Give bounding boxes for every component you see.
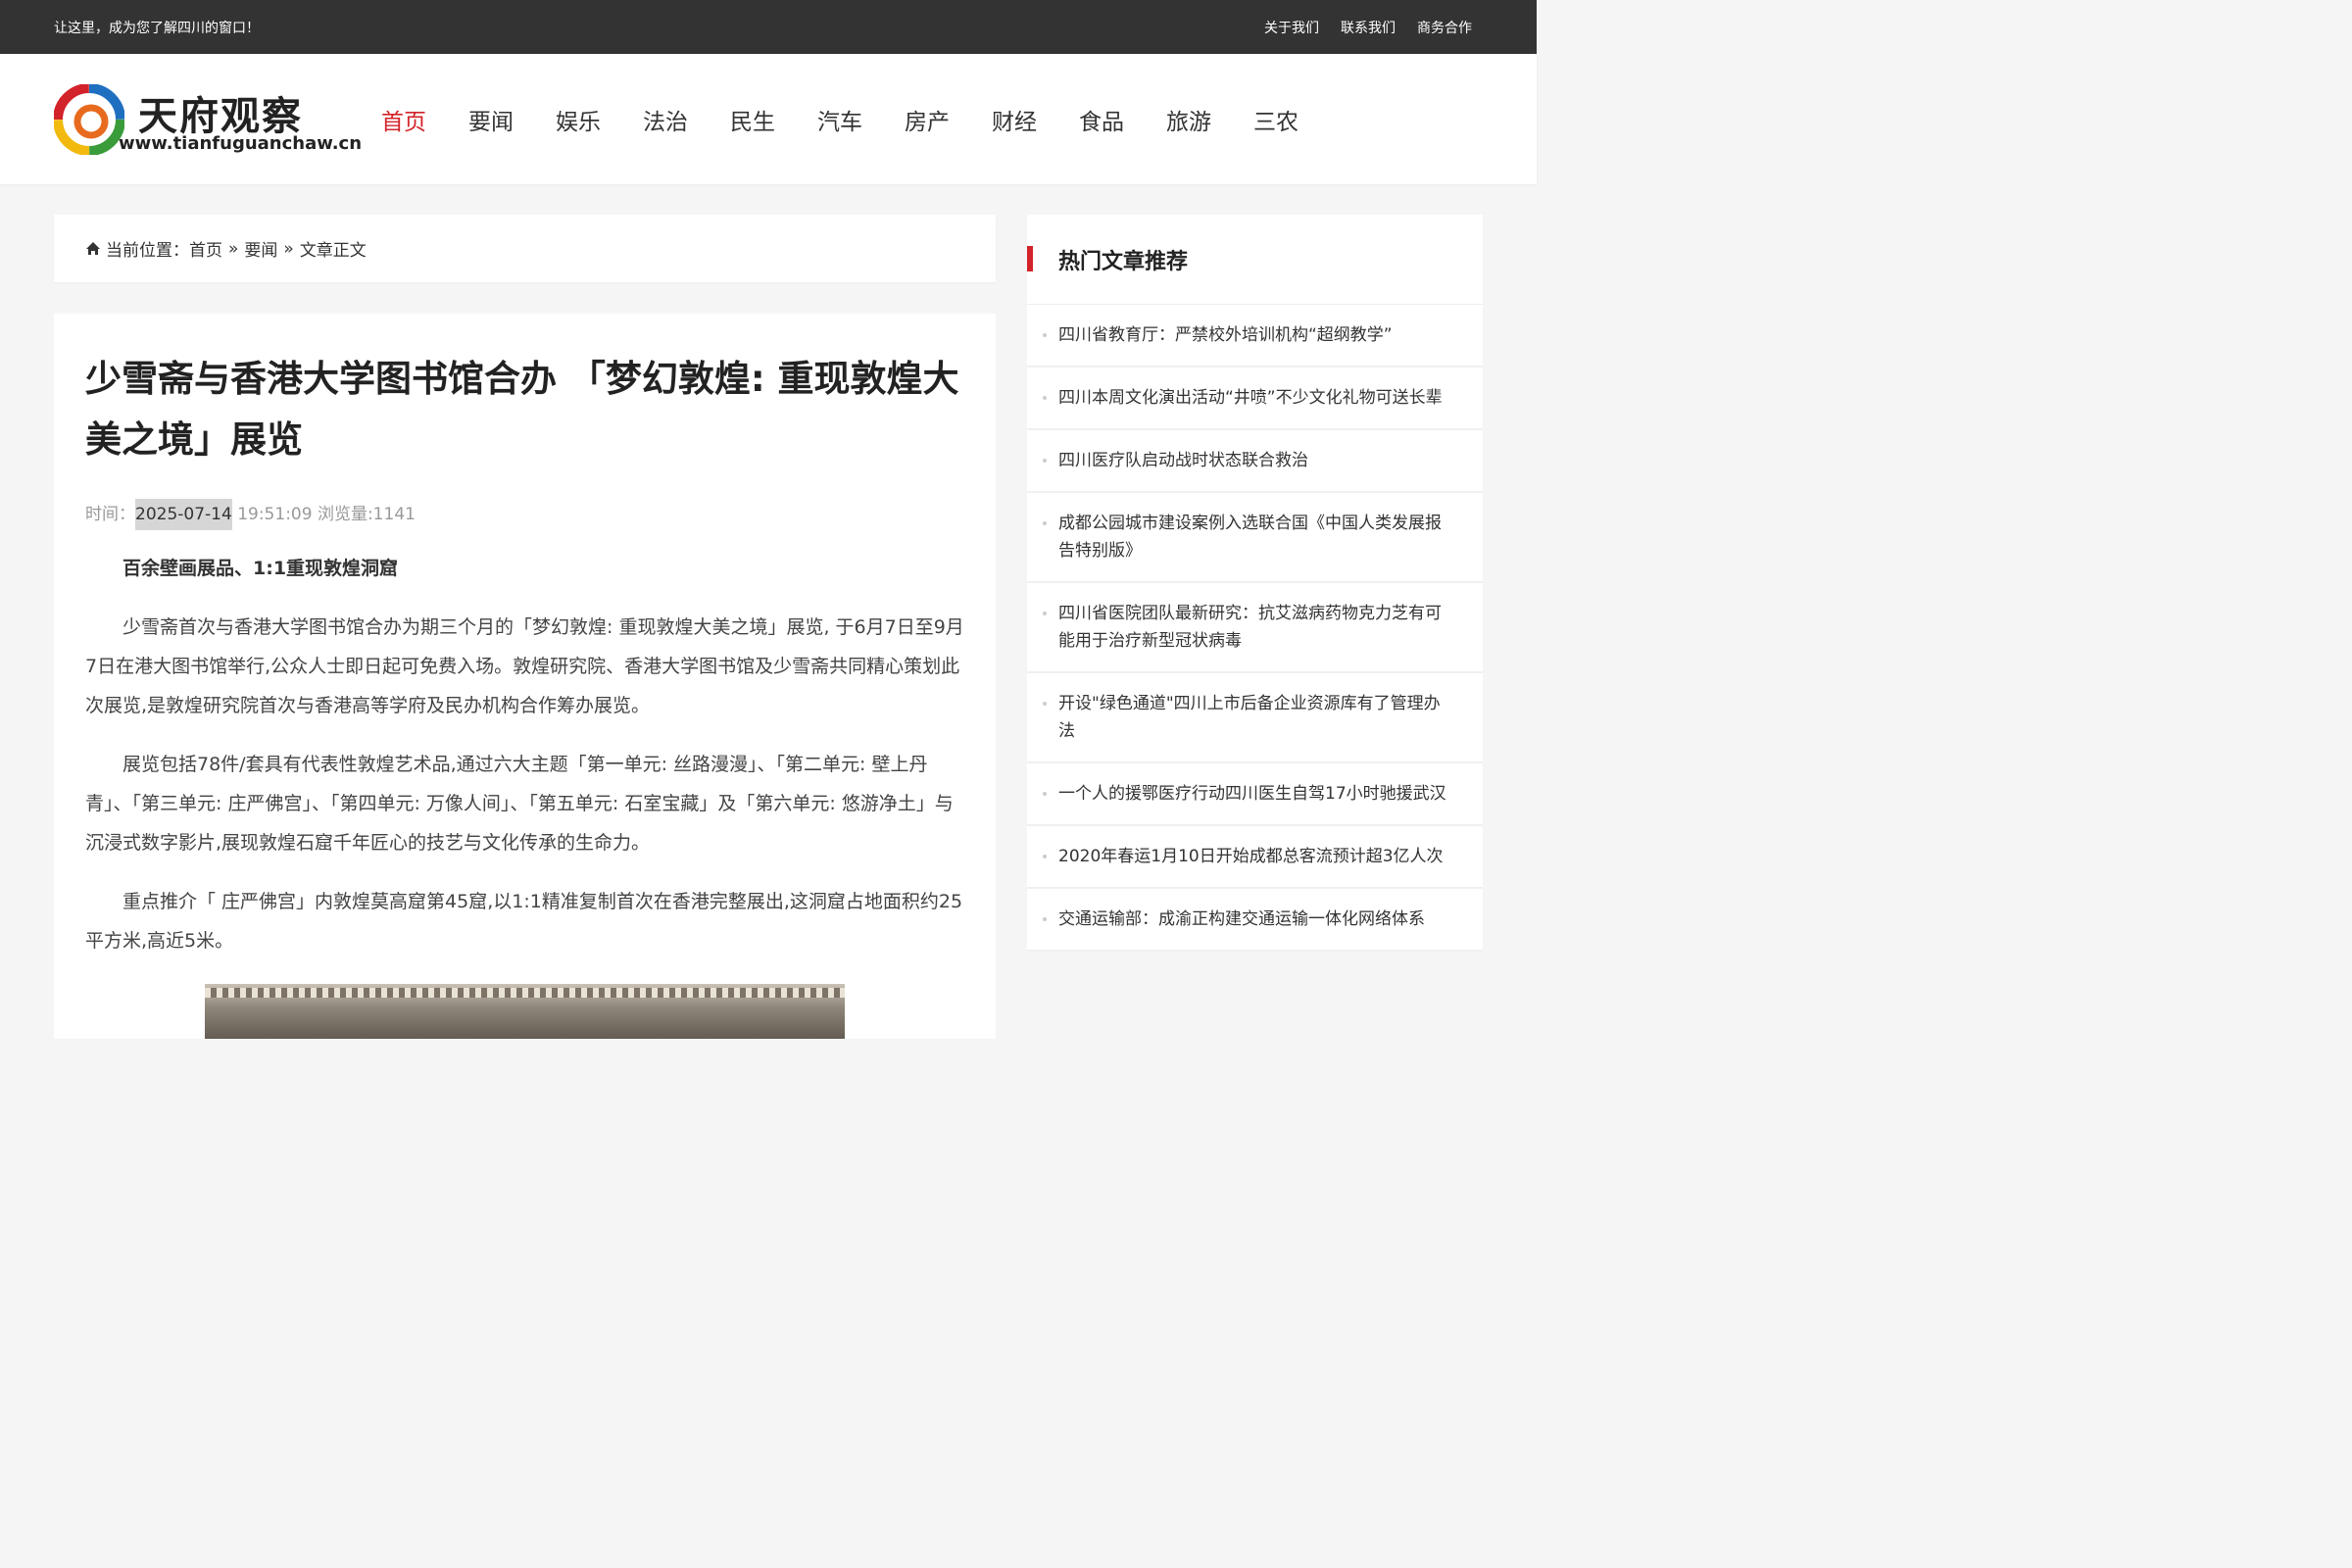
article-title: 少雪斋与香港大学图书馆合办 「梦幻敦煌: 重现敦煌大美之境」展览 bbox=[85, 358, 959, 461]
breadcrumb-current: 文章正文 bbox=[299, 241, 367, 261]
hot-article-item[interactable]: 一个人的援鄂医疗行动四川医生自驾17小时驰援武汉 bbox=[1027, 763, 1483, 826]
business-link[interactable]: 商务合作 bbox=[1417, 18, 1472, 37]
hot-article-list: 四川省教育厅：严禁校外培训机构“超纲教学” 四川本周文化演出活动“井喷”不少文化… bbox=[1027, 305, 1483, 952]
article: 少雪斋与香港大学图书馆合办 「梦幻敦煌: 重现敦煌大美之境」展览 时间：2025… bbox=[54, 314, 996, 1039]
nav-item-entertainment[interactable]: 娱乐 bbox=[556, 103, 601, 136]
nav-item-livelihood[interactable]: 民生 bbox=[730, 103, 775, 136]
nav-item-law[interactable]: 法治 bbox=[643, 103, 688, 136]
nav-item-travel[interactable]: 旅游 bbox=[1166, 103, 1211, 136]
article-lead: 百余壁画展品、1:1重现敦煌洞窟 bbox=[122, 558, 399, 579]
article-meta: 时间：2025-07-14 19:51:09 浏览量:1141 bbox=[85, 499, 964, 530]
breadcrumb-prefix: 当前位置： bbox=[106, 241, 189, 261]
breadcrumb: 当前位置： 首页 » 要闻 » 文章正文 bbox=[54, 215, 996, 282]
site-slogan: 让这里，成为您了解四川的窗口！ bbox=[54, 20, 260, 36]
hot-article-item[interactable]: 四川省医院团队最新研究：抗艾滋病药物克力芝有可能用于治疗新型冠状病毒 bbox=[1027, 583, 1483, 673]
nav-item-news[interactable]: 要闻 bbox=[468, 103, 514, 136]
home-icon bbox=[86, 241, 100, 255]
main-column: 当前位置： 首页 » 要闻 » 文章正文 少雪斋与香港大学图书馆合办 「梦幻敦煌… bbox=[54, 215, 996, 1039]
nav-item-auto[interactable]: 汽车 bbox=[817, 103, 862, 136]
hot-article-item[interactable]: 成都公园城市建设案例入选联合国《中国人类发展报告特别版》 bbox=[1027, 493, 1483, 583]
top-bar: 让这里，成为您了解四川的窗口！ 关于我们 联系我们 商务合作 bbox=[0, 0, 1537, 54]
article-date: 2025-07-14 bbox=[135, 499, 232, 530]
nav-item-home[interactable]: 首页 bbox=[381, 103, 426, 136]
hot-article-item[interactable]: 四川医疗队启动战时状态联合救治 bbox=[1027, 430, 1483, 493]
main-nav: 首页 要闻 娱乐 法治 民生 汽车 房产 财经 食品 旅游 三农 bbox=[381, 103, 1341, 136]
hot-article-item[interactable]: 2020年春运1月10日开始成都总客流预计超3亿人次 bbox=[1027, 826, 1483, 889]
nav-item-realestate[interactable]: 房产 bbox=[905, 103, 950, 136]
site-logo[interactable]: 天府观察 www.tianfuguanchaw.cn bbox=[54, 80, 362, 159]
logo-swirl-icon bbox=[54, 83, 124, 155]
hot-article-item[interactable]: 开设"绿色通道"四川上市后备企业资源库有了管理办法 bbox=[1027, 673, 1483, 763]
breadcrumb-news-link[interactable]: 要闻 bbox=[244, 236, 277, 261]
logo-url: www.tianfuguanchaw.cn bbox=[119, 132, 363, 154]
site-header: 天府观察 www.tianfuguanchaw.cn 首页 要闻 娱乐 法治 民… bbox=[0, 54, 1537, 184]
meta-prefix: 时间： bbox=[85, 505, 135, 524]
article-paragraph: 展览包括78件/套具有代表性敦煌艺术品,通过六大主题「第一单元: 丝路漫漫」、「… bbox=[85, 754, 954, 854]
sidebar: 热门文章推荐 四川省教育厅：严禁校外培训机构“超纲教学” 四川本周文化演出活动“… bbox=[1027, 215, 1483, 952]
hot-article-item[interactable]: 四川本周文化演出活动“井喷”不少文化礼物可送长辈 bbox=[1027, 368, 1483, 430]
article-paragraph: 重点推介「 庄严佛宫」内敦煌莫高窟第45窟,以1:1精准复制首次在香港完整展出,… bbox=[85, 891, 963, 952]
contact-us-link[interactable]: 联系我们 bbox=[1341, 18, 1396, 37]
breadcrumb-separator: » bbox=[228, 238, 239, 259]
article-image bbox=[205, 984, 845, 1039]
nav-item-agriculture[interactable]: 三农 bbox=[1253, 103, 1298, 136]
nav-item-finance[interactable]: 财经 bbox=[992, 103, 1037, 136]
hot-article-item[interactable]: 四川省教育厅：严禁校外培训机构“超纲教学” bbox=[1027, 305, 1483, 368]
meta-time-views: 19:51:09 浏览量:1141 bbox=[231, 505, 416, 524]
nav-item-food[interactable]: 食品 bbox=[1079, 103, 1124, 136]
breadcrumb-separator: » bbox=[283, 238, 294, 259]
top-links: 关于我们 联系我们 商务合作 bbox=[1264, 18, 1472, 37]
breadcrumb-home-link[interactable]: 首页 bbox=[189, 236, 222, 261]
hot-article-item[interactable]: 交通运输部：成渝正构建交通运输一体化网络体系 bbox=[1027, 889, 1483, 952]
sidebar-title: 热门文章推荐 bbox=[1027, 215, 1483, 305]
article-paragraph: 少雪斋首次与香港大学图书馆合办为期三个月的「梦幻敦煌: 重现敦煌大美之境」展览,… bbox=[85, 616, 964, 716]
about-us-link[interactable]: 关于我们 bbox=[1264, 18, 1319, 37]
